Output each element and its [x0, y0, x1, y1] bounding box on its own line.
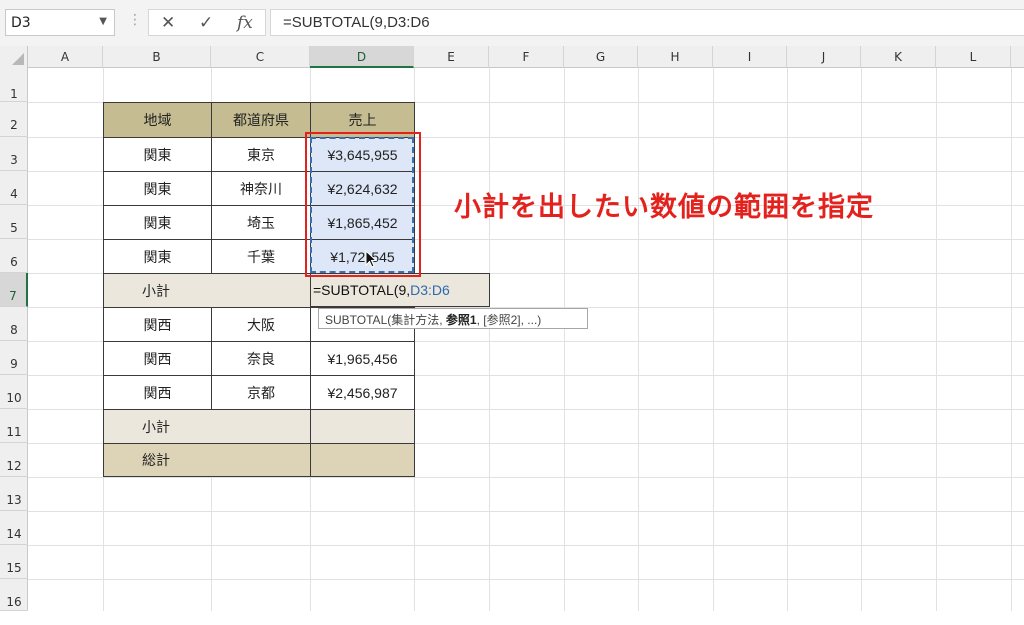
gridline [28, 477, 1024, 478]
annotation-text: 小計を出したい数値の範囲を指定 [454, 192, 874, 223]
row-header-9[interactable]: 9 [0, 341, 28, 375]
formula-input[interactable]: =SUBTOTAL(9,D3:D6 [270, 9, 1024, 36]
cell-b5[interactable]: 関東 [103, 205, 212, 240]
column-header-b[interactable]: B [103, 46, 211, 68]
row-header-5[interactable]: 5 [0, 205, 28, 239]
row-header-8[interactable]: 8 [0, 307, 28, 341]
row-header-7[interactable]: 7 [0, 273, 28, 307]
cell-d7-editing[interactable]: =SUBTOTAL(9,D3:D6 [310, 273, 490, 307]
editing-formula-prefix: =SUBTOTAL(9, [313, 282, 411, 298]
cell-c2-prefecture-header[interactable]: 都道府県 [211, 102, 311, 138]
gridline [638, 68, 639, 611]
cell-b7-subtotal[interactable]: 小計 [103, 273, 311, 308]
gridline [861, 68, 862, 611]
column-header-k[interactable]: K [861, 46, 936, 68]
cell-b10[interactable]: 関西 [103, 375, 212, 410]
row-header-1[interactable]: 1 [0, 68, 28, 102]
select-all-icon [12, 53, 24, 65]
column-header-l[interactable]: L [936, 46, 1011, 68]
gridline [936, 68, 937, 611]
cell-b2-region-header[interactable]: 地域 [103, 102, 212, 138]
cell-c3[interactable]: 東京 [211, 137, 311, 172]
cell-b11-subtotal[interactable]: 小計 [103, 409, 311, 444]
tooltip-rest: , [参照2], ...) [476, 313, 542, 327]
gridline [28, 579, 1024, 580]
cell-b6[interactable]: 関東 [103, 239, 212, 274]
enter-icon[interactable]: ✓ [199, 13, 213, 33]
column-header-g[interactable]: G [564, 46, 638, 68]
column-header-h[interactable]: H [638, 46, 713, 68]
mouse-pointer-icon [365, 250, 378, 268]
tooltip-arg1: 集計方法 [391, 313, 440, 327]
cell-b4[interactable]: 関東 [103, 171, 212, 206]
row-header-13[interactable]: 13 [0, 477, 28, 511]
column-header-f[interactable]: F [489, 46, 564, 68]
row-header-15[interactable]: 15 [0, 545, 28, 579]
cell-d11[interactable] [310, 409, 415, 444]
cell-c5[interactable]: 埼玉 [211, 205, 311, 240]
gridline [28, 511, 1024, 512]
cell-c6[interactable]: 千葉 [211, 239, 311, 274]
row-header-3[interactable]: 3 [0, 137, 28, 171]
gridline [713, 68, 714, 611]
column-header-j[interactable]: J [787, 46, 861, 68]
cancel-icon[interactable]: ✕ [161, 13, 175, 33]
column-header-i[interactable]: I [713, 46, 787, 68]
name-box-value: D3 [11, 15, 31, 31]
row-header-14[interactable]: 14 [0, 511, 28, 545]
row-header-2[interactable]: 2 [0, 102, 28, 137]
cell-d10[interactable]: ¥2,456,987 [310, 375, 415, 410]
tooltip-sep: , [439, 313, 446, 327]
column-header-e[interactable]: E [414, 46, 489, 68]
gridline [787, 68, 788, 611]
more-options-icon[interactable]: ⋮ [128, 12, 142, 28]
insert-function-icon[interactable]: fx [237, 13, 253, 33]
cell-b9[interactable]: 関西 [103, 341, 212, 376]
cell-c9[interactable]: 奈良 [211, 341, 311, 376]
gridline [564, 68, 565, 611]
name-box[interactable]: D3 ▼ [5, 9, 115, 36]
row-header-11[interactable]: 11 [0, 409, 28, 443]
cell-d9[interactable]: ¥1,965,456 [310, 341, 415, 376]
cell-b3[interactable]: 関東 [103, 137, 212, 172]
formula-bar: D3 ▼ ⋮ ✕ ✓ fx =SUBTOTAL(9,D3:D6 [0, 0, 1024, 46]
cell-d12[interactable] [310, 443, 415, 477]
formula-buttons: ✕ ✓ fx [148, 9, 266, 36]
formula-text: =SUBTOTAL(9,D3:D6 [283, 14, 430, 31]
row-header-10[interactable]: 10 [0, 375, 28, 409]
column-header-a[interactable]: A [28, 46, 103, 68]
tooltip-function: SUBTOTAL( [325, 313, 392, 327]
cell-b12-total[interactable]: 総計 [103, 443, 311, 477]
row-header-12[interactable]: 12 [0, 443, 28, 477]
editing-formula-ref: D3:D6 [410, 282, 450, 298]
row-header-16[interactable]: 16 [0, 579, 28, 611]
column-header-c[interactable]: C [211, 46, 310, 68]
cell-c4[interactable]: 神奈川 [211, 171, 311, 206]
column-header-d[interactable]: D [310, 46, 414, 68]
select-all-button[interactable] [0, 46, 28, 68]
cell-b8[interactable]: 関西 [103, 307, 212, 342]
row-header-6[interactable]: 6 [0, 239, 28, 273]
function-tooltip: SUBTOTAL(集計方法, 参照1, [参照2], ...) [318, 308, 588, 329]
row-header-4[interactable]: 4 [0, 171, 28, 205]
highlight-box [305, 132, 421, 277]
editing-formula: =SUBTOTAL(9,D3:D6 [313, 282, 450, 298]
gridline [1011, 68, 1012, 611]
gridline [28, 545, 1024, 546]
cell-c10[interactable]: 京都 [211, 375, 311, 410]
gridline [489, 68, 490, 611]
cell-c8[interactable]: 大阪 [211, 307, 311, 342]
tooltip-arg2-current: 参照1 [445, 313, 477, 327]
chevron-down-icon[interactable]: ▼ [99, 16, 107, 27]
